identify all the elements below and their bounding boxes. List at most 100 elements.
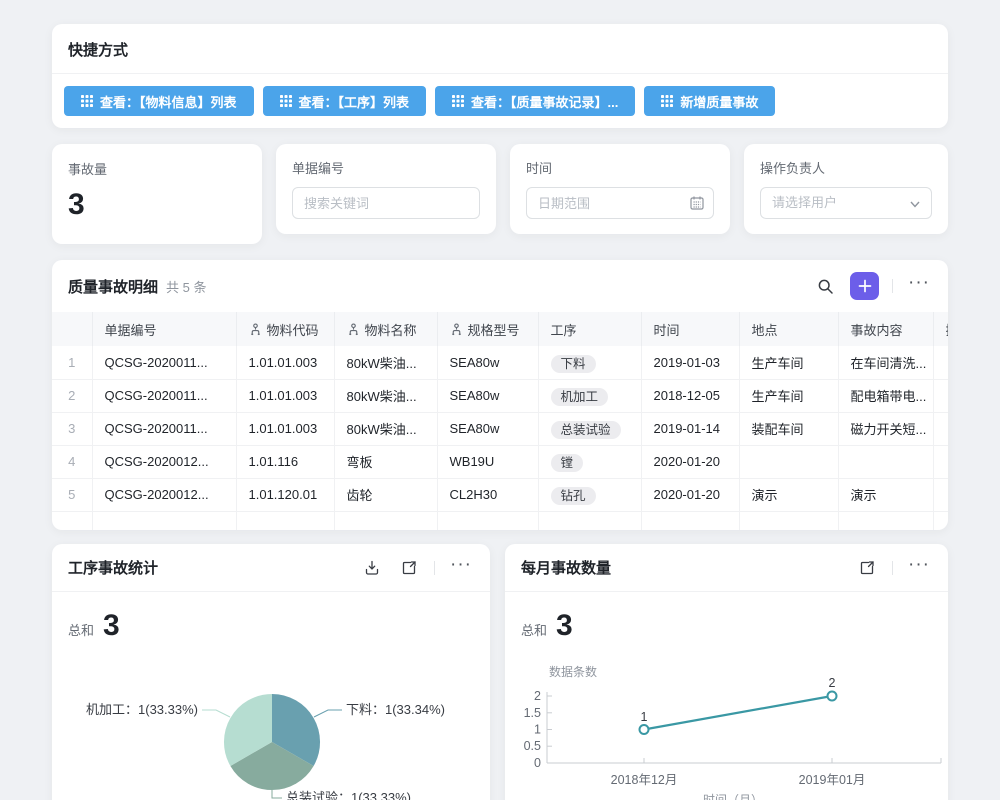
- data-label: 2: [829, 676, 836, 690]
- doc-no-filter-card: 单据编号: [276, 144, 496, 234]
- shortcut-view-quality-records-button[interactable]: 查看：【质量事故记录】...: [435, 86, 635, 116]
- shortcut-view-process-list-button[interactable]: 查看：【工序】列表: [263, 86, 427, 116]
- cell-operator: [933, 346, 948, 379]
- line-card-title: 每月事故数量: [521, 557, 611, 578]
- cell-material-name: 80kW柴油...: [334, 346, 437, 379]
- shortcut-button-label: 查看：【物料信息】列表: [100, 92, 237, 111]
- cell-content: [838, 445, 933, 478]
- col-time: 时间: [641, 312, 739, 346]
- table-row[interactable]: 5 QCSG-2020012... 1.01.120.01 齿轮 CL2H30 …: [52, 478, 948, 511]
- col-process: 工序: [538, 312, 641, 346]
- row-number: 2: [52, 379, 92, 412]
- shortcut-button-label: 新增质量事故: [680, 92, 758, 111]
- y-tick: 1.5: [524, 706, 541, 720]
- cell-place: [739, 445, 838, 478]
- table-header-bar: 质量事故明细 共 5 条 ···: [52, 260, 948, 312]
- y-tick: 2: [534, 689, 541, 703]
- operator-label: 操作负责人: [760, 158, 932, 177]
- row-number: 3: [52, 412, 92, 445]
- row-number: 4: [52, 445, 92, 478]
- operator-filter-card: 操作负责人 请选择用户: [744, 144, 948, 234]
- shortcuts-card: 快捷方式 查看：【物料信息】列表 查看：【工序】列表 查看：【质量事故记录】..…: [52, 24, 948, 128]
- pie-more-menu-button[interactable]: ···: [448, 558, 474, 578]
- divider: [892, 279, 893, 293]
- cell-doc-no: QCSG-2020012...: [92, 478, 236, 511]
- table-row-empty: [52, 511, 948, 530]
- table-row[interactable]: 3 QCSG-2020011... 1.01.01.003 80kW柴油... …: [52, 412, 948, 445]
- cell-operator: [933, 379, 948, 412]
- cell-spec: WB19U: [437, 445, 538, 478]
- process-tag: 镗: [551, 454, 584, 472]
- search-icon: [817, 278, 834, 295]
- cell-content: 在车间清洗...: [838, 346, 933, 379]
- table-row[interactable]: 2 QCSG-2020011... 1.01.01.003 80kW柴油... …: [52, 379, 948, 412]
- table-more-menu-button[interactable]: ···: [906, 276, 932, 296]
- avatar: [948, 351, 949, 373]
- doc-no-search-input[interactable]: [292, 187, 480, 219]
- pie-label-xialiao: 下料：1(33.34%): [346, 702, 445, 717]
- cell-content: 演示: [838, 478, 933, 511]
- x-axis-ticks: [644, 758, 941, 763]
- col-material-name: 物料名称: [334, 312, 437, 346]
- avatar: [948, 385, 949, 407]
- line-card-header: 每月事故数量 ···: [505, 544, 948, 592]
- shortcuts-title: 快捷方式: [52, 24, 948, 74]
- cell-material-code: 1.01.01.003: [236, 346, 334, 379]
- cell-content: 磁力开关短...: [838, 412, 933, 445]
- cell-operator: [933, 478, 948, 511]
- pie-card-title: 工序事故统计: [68, 557, 158, 578]
- date-range-input[interactable]: [526, 187, 714, 219]
- cell-material-code: 1.01.01.003: [236, 379, 334, 412]
- add-record-button[interactable]: [850, 272, 879, 300]
- y-axis-title: 数据条数: [549, 664, 597, 679]
- cell-spec: SEA80w: [437, 412, 538, 445]
- cell-process: 总装试验: [538, 412, 641, 445]
- pie-card-header: 工序事故统计 ···: [52, 544, 490, 592]
- search-button[interactable]: [813, 274, 837, 298]
- time-label: 时间: [526, 158, 714, 177]
- cell-content: 配电箱带电...: [838, 379, 933, 412]
- expand-button[interactable]: [855, 556, 879, 580]
- expand-button[interactable]: [397, 556, 421, 580]
- process-tag: 钻孔: [551, 487, 596, 505]
- col-operator: 操作负责人: [933, 312, 948, 346]
- relation-icon: [347, 323, 360, 336]
- y-axis-ticks: [547, 696, 552, 763]
- cell-doc-no: QCSG-2020011...: [92, 379, 236, 412]
- data-point: [828, 692, 837, 701]
- cell-doc-no: QCSG-2020011...: [92, 346, 236, 379]
- col-doc-no: 单据编号: [92, 312, 236, 346]
- cell-material-name: 80kW柴油...: [334, 412, 437, 445]
- pie-label-zongzhuangshiyan: 总装试验：1(33.33%): [286, 790, 411, 800]
- x-tick-label: 2019年01月: [799, 773, 866, 787]
- cell-process: 机加工: [538, 379, 641, 412]
- cell-time: 2020-01-20: [641, 478, 739, 511]
- apps-grid-icon: [661, 95, 673, 107]
- cell-spec: SEA80w: [437, 346, 538, 379]
- shortcut-add-quality-incident-button[interactable]: 新增质量事故: [644, 86, 775, 116]
- table-row[interactable]: 4 QCSG-2020012... 1.01.116 弯板 WB19U 镗 20…: [52, 445, 948, 478]
- cell-material-code: 1.01.116: [236, 445, 334, 478]
- y-tick: 0.5: [524, 739, 541, 753]
- cell-time: 2019-01-03: [641, 346, 739, 379]
- shortcut-view-material-list-button[interactable]: 查看：【物料信息】列表: [64, 86, 254, 116]
- cell-spec: SEA80w: [437, 379, 538, 412]
- quality-incident-table: 单据编号 物料代码 物料名称 规格型号 工序 时间 地点 事故内容 操作负责人: [52, 312, 948, 530]
- incident-count-card: 事故量 3: [52, 144, 262, 244]
- user-select-placeholder: 请选择用户: [772, 188, 837, 218]
- calendar-icon: [689, 195, 705, 211]
- monthly-incident-count-card: 每月事故数量 ··· 总和 3 数据条数 2 1.5 1 0.5 0 1 2: [505, 544, 948, 800]
- cell-time: 2020-01-20: [641, 445, 739, 478]
- cell-operator: [933, 412, 948, 445]
- col-spec-model: 规格型号: [437, 312, 538, 346]
- table-header-row: 单据编号 物料代码 物料名称 规格型号 工序 时间 地点 事故内容 操作负责人: [52, 312, 948, 346]
- y-tick: 0: [534, 756, 541, 770]
- apps-grid-icon: [280, 95, 292, 107]
- table-row[interactable]: 1 QCSG-2020011... 1.01.01.003 80kW柴油... …: [52, 346, 948, 379]
- data-label: 1: [641, 710, 648, 724]
- cell-material-name: 弯板: [334, 445, 437, 478]
- line-more-menu-button[interactable]: ···: [906, 558, 932, 578]
- x-tick-label: 2018年12月: [611, 773, 678, 787]
- export-button[interactable]: [360, 556, 384, 580]
- pie-leader-line: [272, 790, 282, 798]
